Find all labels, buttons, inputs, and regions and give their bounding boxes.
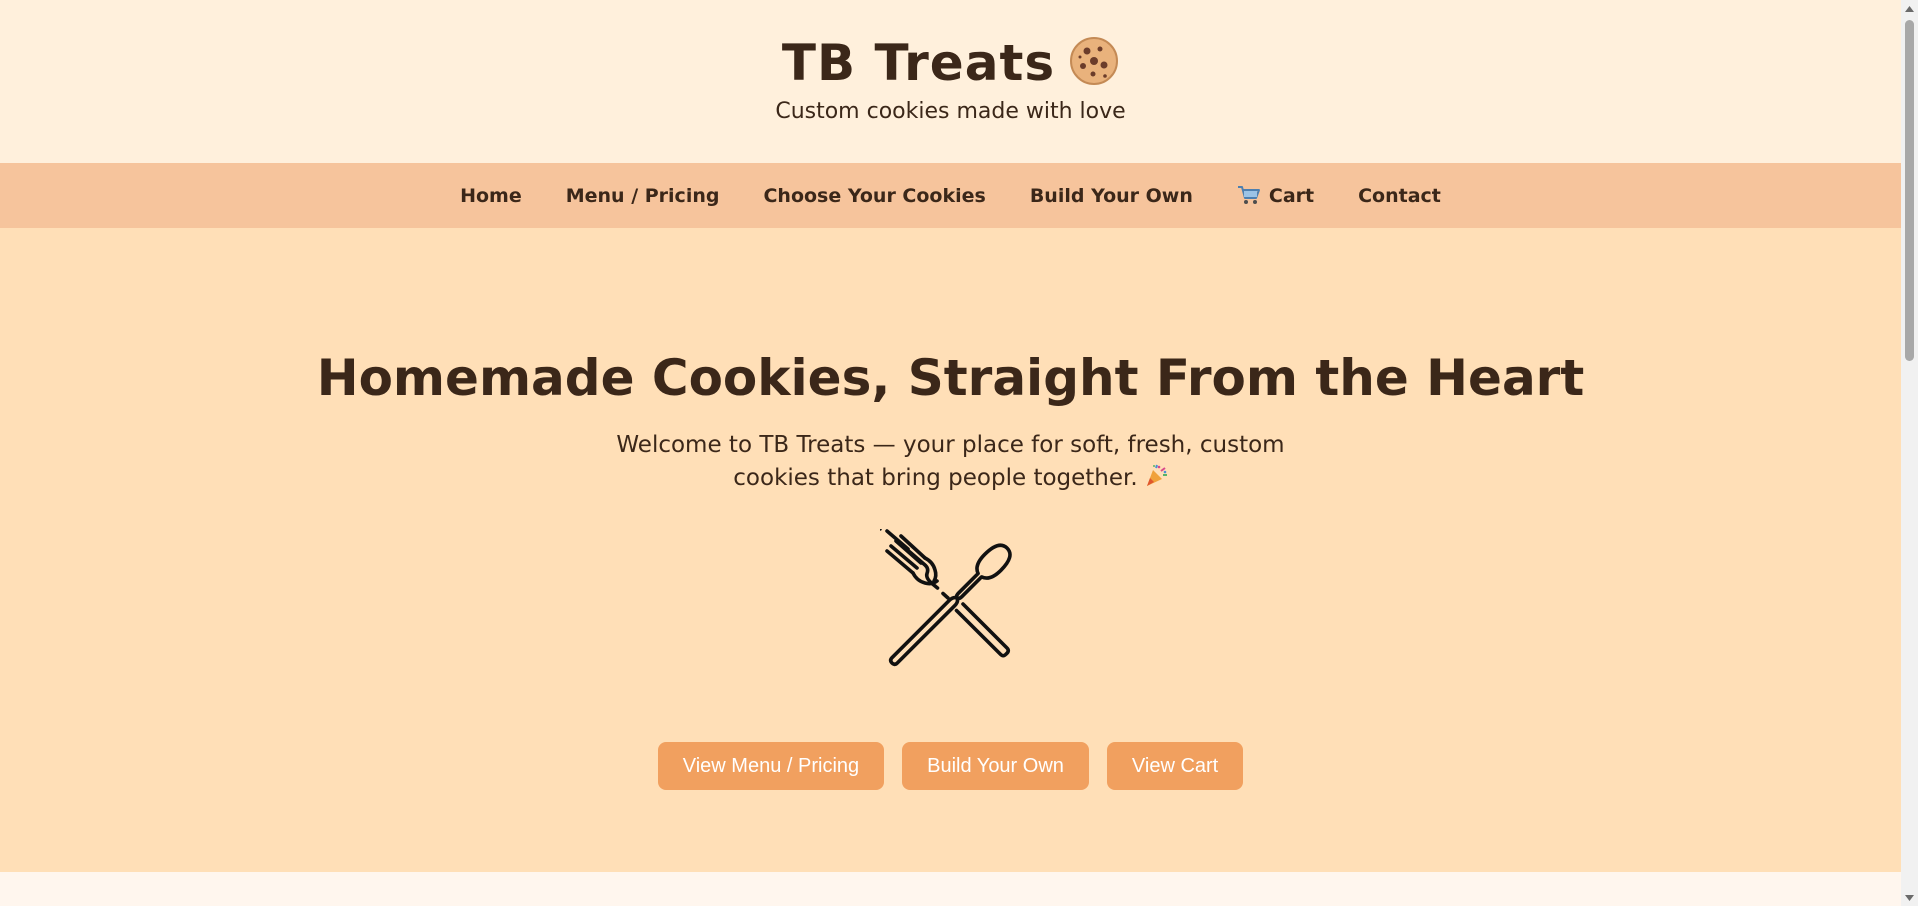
- nav-item-cart-label: Cart: [1268, 184, 1315, 207]
- view-cart-button[interactable]: View Cart: [1106, 742, 1244, 790]
- cookie-icon: [1070, 37, 1119, 85]
- scroll-down-arrow-icon[interactable]: [1901, 889, 1918, 906]
- scrollbar-thumb[interactable]: [1905, 20, 1914, 361]
- fork-and-spoon-icon: [880, 529, 1012, 667]
- party-popper-icon: [1146, 464, 1167, 486]
- view-menu-pricing-button[interactable]: View Menu / Pricing: [657, 742, 885, 790]
- page: TB Treats Custom cookies made with love …: [0, 0, 1901, 906]
- nav-item-home[interactable]: Home: [460, 185, 522, 207]
- vertical-scrollbar[interactable]: [1901, 0, 1918, 906]
- nav-item-menu-pricing[interactable]: Menu / Pricing: [566, 185, 720, 207]
- build-your-own-button[interactable]: Build Your Own: [902, 742, 1089, 790]
- nav-item-cart[interactable]: Cart: [1237, 185, 1314, 207]
- scroll-up-arrow-icon[interactable]: [1901, 0, 1918, 17]
- nav-item-choose-cookies[interactable]: Choose Your Cookies: [763, 185, 985, 207]
- brand-name: TB Treats: [781, 34, 1056, 92]
- brand-title: TB Treats: [0, 0, 1901, 94]
- hero-button-row: View Menu / Pricing Build Your Own View …: [0, 742, 1901, 790]
- hero-subtitle-text: Welcome to TB Treats — your place for so…: [616, 432, 1285, 491]
- nav-item-contact[interactable]: Contact: [1358, 185, 1441, 207]
- next-section-edge: [0, 872, 1901, 906]
- hero-section: Homemade Cookies, Straight From the Hear…: [0, 228, 1901, 872]
- hero-subtitle: Welcome to TB Treats — your place for so…: [601, 429, 1301, 495]
- hero-title: Homemade Cookies, Straight From the Hear…: [316, 349, 1585, 407]
- main-nav: Home Menu / Pricing Choose Your Cookies …: [0, 163, 1901, 228]
- shopping-cart-icon: [1237, 185, 1260, 204]
- tagline: Custom cookies made with love: [775, 99, 1126, 124]
- site-header: TB Treats Custom cookies made with love: [0, 0, 1901, 163]
- nav-item-build-your-own[interactable]: Build Your Own: [1030, 185, 1193, 207]
